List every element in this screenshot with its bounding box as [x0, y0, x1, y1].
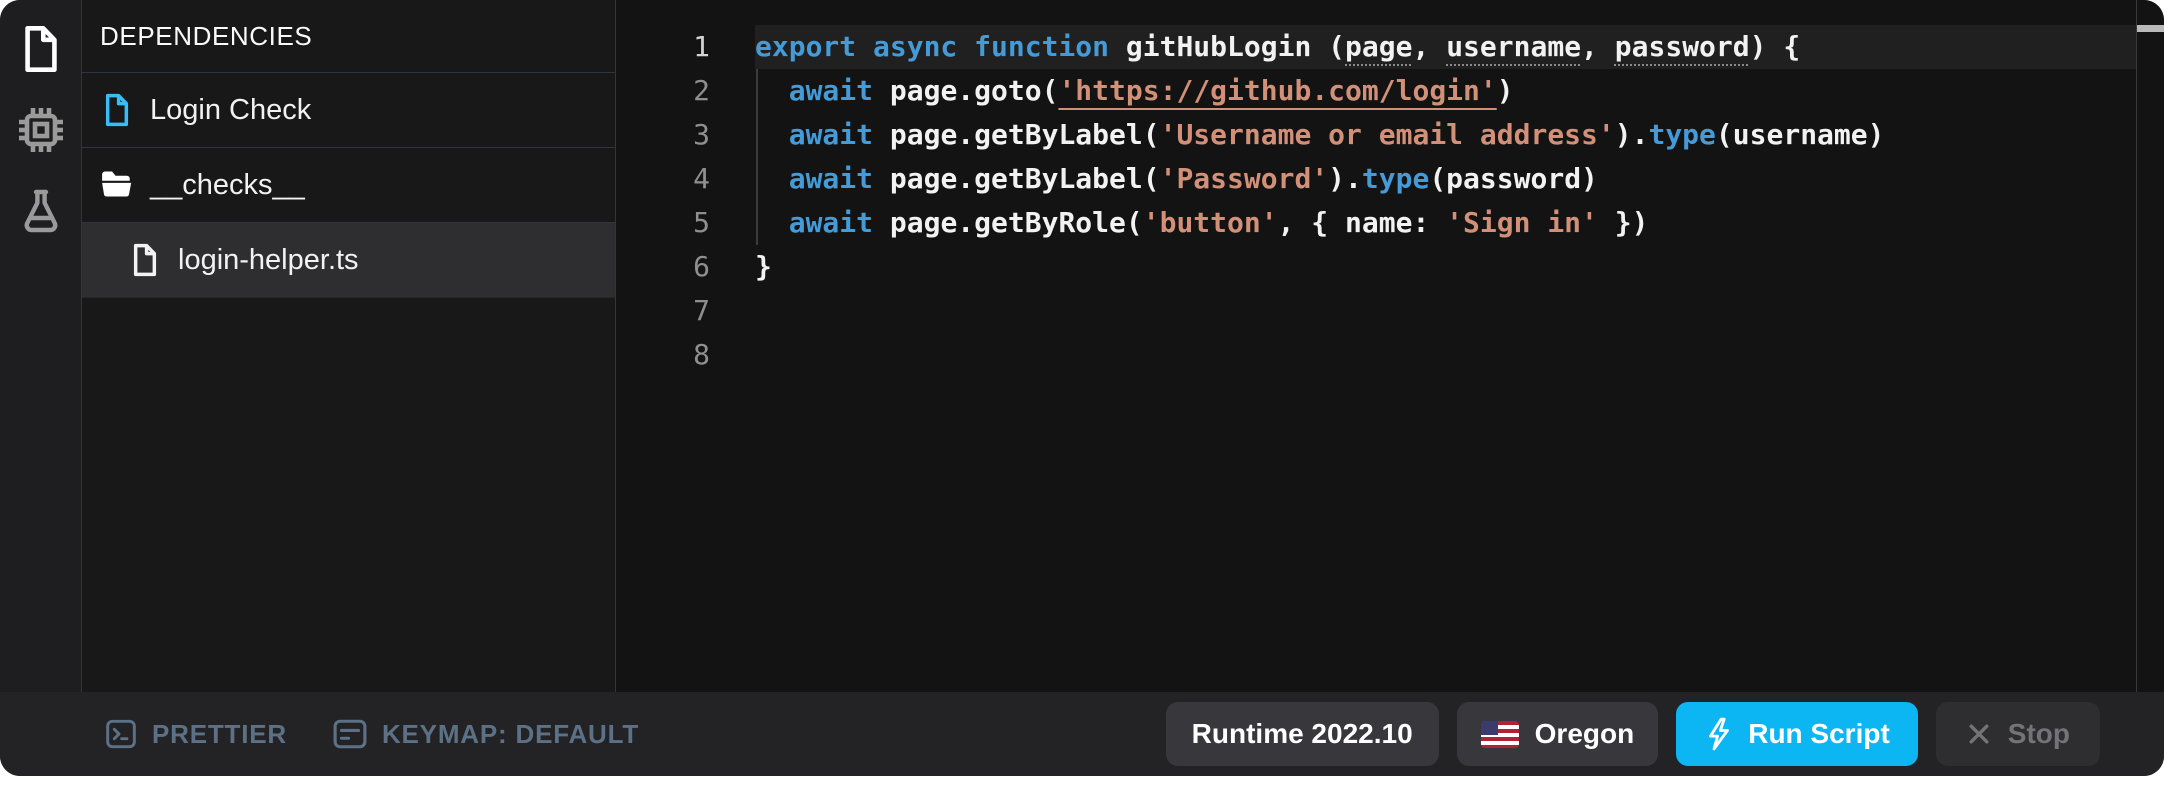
file-icon — [18, 23, 64, 75]
code-line[interactable]: 1export async function gitHubLogin (page… — [616, 25, 2164, 69]
sidebar-item-login-check[interactable]: Login Check — [82, 73, 615, 148]
status-item-keymap-default[interactable]: KEYMAP: DEFAULT — [333, 719, 639, 750]
editor-scrollbar-track — [2136, 0, 2164, 692]
line-number: 1 — [616, 25, 755, 69]
stop-label: Stop — [2008, 718, 2070, 750]
runtime-version-label: Runtime 2022.10 — [1192, 718, 1413, 750]
status-bar: PRETTIERKEYMAP: DEFAULT Runtime 2022.10 … — [0, 692, 2164, 776]
code-line[interactable]: 8 — [616, 333, 2164, 377]
file-icon — [100, 92, 134, 128]
code-line[interactable]: 4 await page.getByLabel('Password').type… — [616, 157, 2164, 201]
sidebar-item-label: __checks__ — [150, 169, 305, 202]
run-script-button[interactable]: Run Script — [1676, 702, 1918, 766]
status-item-label: KEYMAP: DEFAULT — [382, 719, 639, 750]
chip-icon — [15, 104, 67, 156]
code-line-text: await page.getByRole('button', { name: '… — [755, 201, 1648, 245]
rail-runtime-button[interactable] — [0, 90, 82, 170]
code-line-text: export async function gitHubLogin (page,… — [755, 25, 1800, 69]
code-line[interactable]: 5 await page.getByRole('button', { name:… — [616, 201, 2164, 245]
code-line-text: await page.getByLabel('Username or email… — [755, 113, 1884, 157]
rail-tests-button[interactable] — [0, 170, 82, 250]
code-line-text: } — [755, 245, 772, 289]
line-number: 3 — [616, 113, 755, 157]
folder-open-icon — [100, 170, 134, 200]
code-line[interactable]: 7 — [616, 289, 2164, 333]
close-icon — [1966, 721, 1992, 747]
left-icon-rail — [0, 0, 82, 692]
region-label: Oregon — [1535, 718, 1635, 750]
runtime-version-button[interactable]: Runtime 2022.10 — [1166, 702, 1439, 766]
sidebar-item-label: login-helper.ts — [178, 244, 359, 277]
code-editor[interactable]: 1export async function gitHubLogin (page… — [616, 0, 2164, 692]
code-line-text: await page.goto('https://github.com/logi… — [755, 69, 1514, 113]
run-script-label: Run Script — [1748, 718, 1890, 750]
code-line-text: await page.getByLabel('Password').type(p… — [755, 157, 1598, 201]
line-number: 2 — [616, 69, 755, 113]
line-number: 8 — [616, 333, 755, 377]
us-flag-icon — [1481, 721, 1519, 748]
line-number: 6 — [616, 245, 755, 289]
code-line[interactable]: 6} — [616, 245, 2164, 289]
sidebar-item-label: Login Check — [150, 94, 311, 127]
terminal-icon — [105, 718, 137, 750]
stop-button[interactable]: Stop — [1936, 702, 2100, 766]
file-icon — [128, 242, 162, 278]
sidebar-item-login-helper-ts[interactable]: login-helper.ts — [82, 223, 615, 298]
line-number: 7 — [616, 289, 755, 333]
line-number: 5 — [616, 201, 755, 245]
status-item-label: PRETTIER — [152, 719, 287, 750]
flask-icon — [17, 186, 65, 234]
keymap-icon — [333, 719, 367, 749]
code-line[interactable]: 3 await page.getByLabel('Username or ema… — [616, 113, 2164, 157]
rail-files-button[interactable] — [0, 9, 82, 89]
region-selector-button[interactable]: Oregon — [1457, 702, 1659, 766]
line-number: 4 — [616, 157, 755, 201]
editor-window: DEPENDENCIES Login Check __checks__ login-… — [0, 0, 2164, 776]
status-item-prettier[interactable]: PRETTIER — [105, 718, 287, 750]
dependencies-panel: DEPENDENCIES Login Check __checks__ login-… — [82, 0, 616, 692]
editor-scrollbar-thumb[interactable] — [2137, 25, 2164, 32]
dependencies-header: DEPENDENCIES — [82, 0, 615, 73]
lightning-bolt-icon — [1704, 717, 1734, 751]
code-line[interactable]: 2 await page.goto('https://github.com/lo… — [616, 69, 2164, 113]
sidebar-item--checks-[interactable]: __checks__ — [82, 148, 615, 223]
